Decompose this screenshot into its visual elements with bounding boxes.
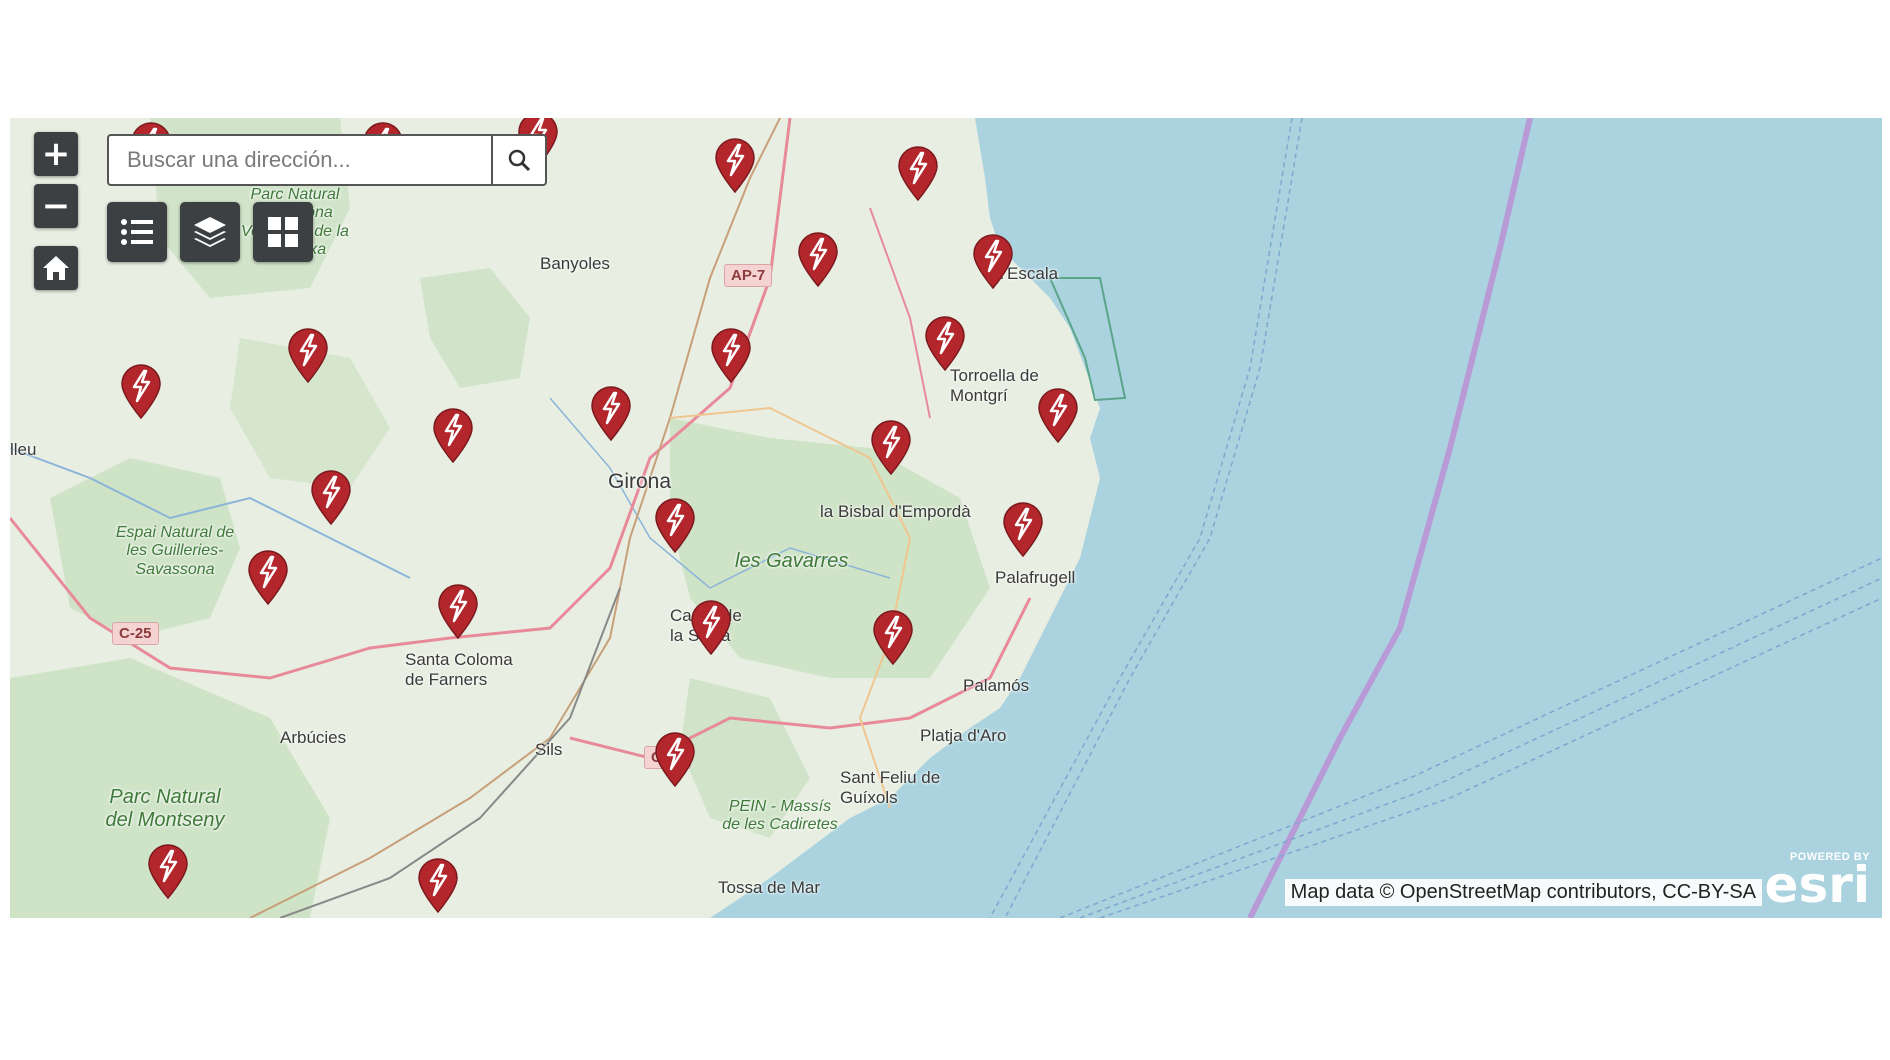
map-attribution: Map data © OpenStreetMap contributors, C…: [1284, 879, 1762, 906]
lightning-marker-icon: [798, 232, 838, 288]
map-marker[interactable]: [145, 842, 191, 900]
grid-icon: [268, 217, 298, 247]
legend-button[interactable]: [107, 202, 167, 262]
lightning-marker-icon: [655, 732, 695, 788]
map-marker[interactable]: [588, 384, 634, 442]
plus-icon: +: [41, 134, 71, 174]
lightning-marker-icon: [1038, 388, 1078, 444]
lightning-marker-icon: [1003, 502, 1043, 558]
search-input[interactable]: [109, 136, 491, 184]
lightning-marker-icon: [121, 364, 161, 420]
map-marker[interactable]: [430, 406, 476, 464]
map-marker[interactable]: [652, 730, 698, 788]
map-marker[interactable]: [688, 598, 734, 656]
map-marker[interactable]: [652, 496, 698, 554]
place-label: Platja d'Aro: [920, 726, 1007, 745]
map-marker[interactable]: [1035, 386, 1081, 444]
place-label: Sant Feliu de Guíxols: [840, 768, 941, 807]
lightning-marker-icon: [871, 420, 911, 476]
map-marker[interactable]: [712, 136, 758, 194]
search-icon: [508, 149, 531, 172]
zoom-in-button[interactable]: +: [34, 132, 78, 176]
place-label: Tossa de Mar: [718, 878, 821, 897]
road-shield: C-25: [112, 622, 159, 645]
basemap-gallery-button[interactable]: [253, 202, 313, 262]
lightning-marker-icon: [288, 328, 328, 384]
lightning-marker-icon: [248, 550, 288, 606]
place-label: lleu: [10, 440, 37, 459]
zoom-out-button[interactable]: −: [34, 184, 78, 228]
map-marker[interactable]: [435, 582, 481, 640]
place-label: Sils: [535, 740, 563, 759]
lightning-marker-icon: [418, 858, 458, 914]
map-marker[interactable]: [970, 232, 1016, 290]
layers-button[interactable]: [180, 202, 240, 262]
lightning-marker-icon: [148, 844, 188, 900]
place-label: Girona: [608, 470, 672, 493]
map-marker[interactable]: [118, 362, 164, 420]
road-shield: AP-7: [724, 264, 773, 287]
park-label: les Gavarres: [735, 550, 849, 572]
list-icon: [121, 219, 153, 245]
esri-logo: POWERED BY esri: [1764, 851, 1870, 914]
lightning-marker-icon: [925, 316, 965, 372]
lightning-marker-icon: [311, 470, 351, 526]
map-marker[interactable]: [895, 144, 941, 202]
esri-name: esri: [1764, 856, 1870, 914]
lightning-marker-icon: [898, 146, 938, 202]
lightning-marker-icon: [973, 234, 1013, 290]
map-marker[interactable]: [308, 468, 354, 526]
minus-icon: −: [41, 186, 71, 226]
place-label: la Bisbal d'Empordà: [820, 502, 971, 521]
map-marker[interactable]: [870, 608, 916, 666]
place-label: Palamós: [963, 676, 1030, 695]
park-label: PEIN - Massís de les Cadiretes: [722, 798, 838, 834]
place-label: Santa Coloma de Farners: [405, 650, 513, 689]
map-marker[interactable]: [285, 326, 331, 384]
lightning-marker-icon: [433, 408, 473, 464]
home-button[interactable]: [34, 246, 78, 290]
lightning-marker-icon: [655, 498, 695, 554]
map-marker[interactable]: [1000, 500, 1046, 558]
map-view[interactable]: Banyoles Girona la Bisbal d'Empordà les …: [10, 118, 1882, 918]
lightning-marker-icon: [715, 138, 755, 194]
search-box: [107, 134, 547, 186]
park-label: Espai Natural de les Guilleries-Savasson…: [115, 524, 235, 578]
map-marker[interactable]: [415, 856, 461, 914]
map-marker[interactable]: [795, 230, 841, 288]
map-marker[interactable]: [922, 314, 968, 372]
map-marker[interactable]: [868, 418, 914, 476]
lightning-marker-icon: [691, 600, 731, 656]
place-label: Arbúcies: [280, 728, 347, 747]
lightning-marker-icon: [591, 386, 631, 442]
search-button[interactable]: [491, 136, 545, 184]
home-icon: [43, 256, 69, 280]
layers-icon: [194, 217, 226, 247]
map-marker[interactable]: [245, 548, 291, 606]
lightning-marker-icon: [711, 328, 751, 384]
park-label: Parc Natural del Montseny: [105, 786, 225, 831]
place-label: Palafrugell: [995, 568, 1076, 587]
map-marker[interactable]: [708, 326, 754, 384]
lightning-marker-icon: [438, 584, 478, 640]
place-label: Banyoles: [540, 254, 610, 273]
lightning-marker-icon: [873, 610, 913, 666]
